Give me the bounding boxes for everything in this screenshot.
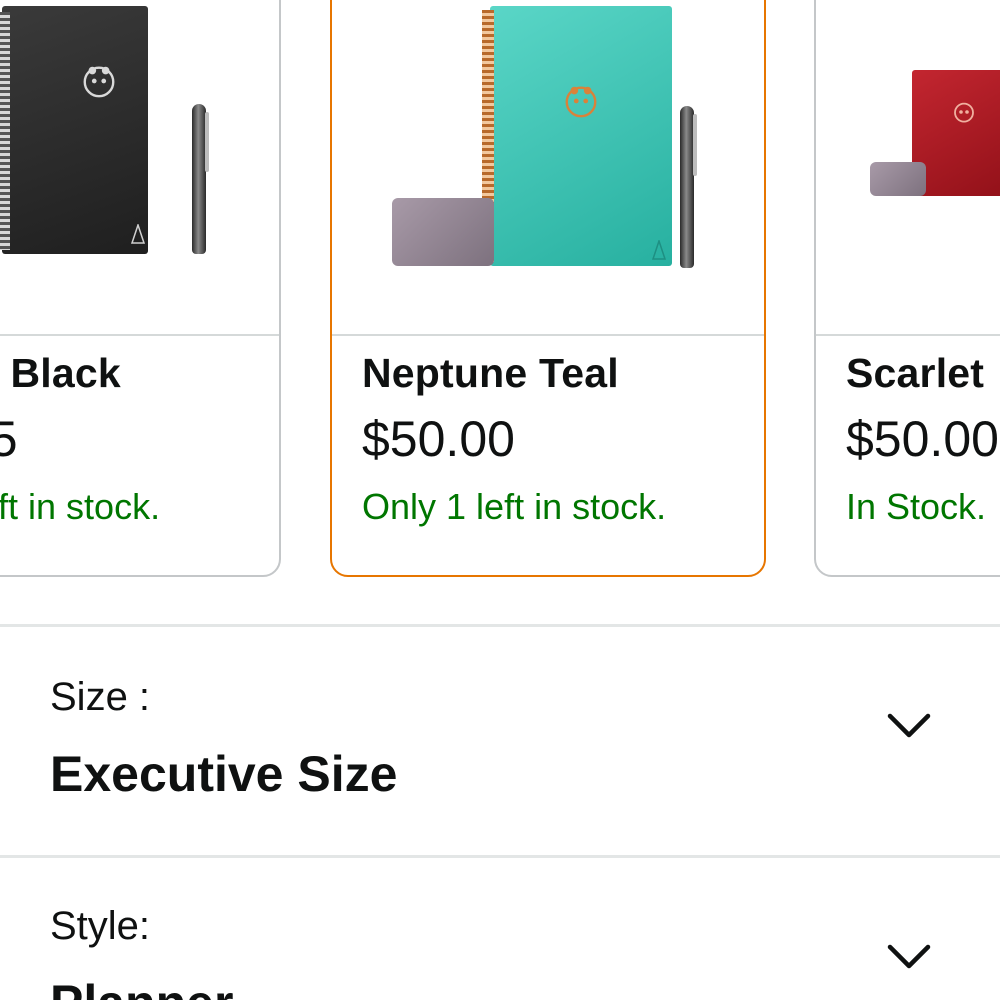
spiral-binding bbox=[0, 12, 10, 250]
chevron-down-icon[interactable] bbox=[886, 711, 932, 741]
swatch-price: $50.00 bbox=[846, 411, 999, 467]
swatch-name: ty Black bbox=[0, 350, 121, 396]
microfiber-cloth-image bbox=[392, 198, 494, 266]
swatch-stock-status: In Stock. bbox=[846, 486, 987, 527]
notebook-black-image bbox=[2, 6, 148, 254]
panda-logo-icon bbox=[954, 102, 974, 123]
microfiber-cloth-image bbox=[870, 162, 926, 196]
swatch-stock-status: left in stock. bbox=[0, 486, 161, 527]
swatch-price: $50.00 bbox=[362, 411, 515, 467]
rocketbook-mark-icon bbox=[652, 240, 666, 260]
pen-image bbox=[680, 106, 694, 268]
panda-logo-icon bbox=[83, 66, 115, 98]
swatch-info-scarlet: Scarlet $50.00 In Stock. bbox=[816, 336, 1000, 575]
swatch-name: Neptune Teal bbox=[362, 350, 619, 396]
chevron-down-icon[interactable] bbox=[886, 942, 932, 972]
notebook-teal-image bbox=[490, 6, 672, 266]
swatch-price: 95 bbox=[0, 410, 18, 468]
swatch-image-teal bbox=[332, 0, 764, 336]
color-swatch-neptune-teal[interactable]: Neptune Teal $50.00 Only 1 left in stock… bbox=[330, 0, 766, 577]
pen-image bbox=[192, 104, 206, 254]
product-variation-panel: ty Black 95 left in stock. Neptune bbox=[0, 0, 1000, 1000]
size-value: Executive Size bbox=[50, 746, 398, 802]
swatch-info-black: ty Black 95 left in stock. bbox=[0, 336, 279, 575]
style-value: Planner bbox=[50, 974, 233, 1000]
pen-clip bbox=[693, 114, 697, 176]
swatch-image-scarlet bbox=[816, 0, 1000, 336]
swatch-stock-status: Only 1 left in stock. bbox=[362, 486, 667, 527]
style-label: Style: bbox=[50, 904, 151, 948]
size-selector[interactable]: Size : Executive Size bbox=[0, 627, 1000, 855]
size-label: Size : bbox=[50, 675, 151, 719]
rocketbook-mark-icon bbox=[131, 224, 145, 244]
color-swatch-black[interactable]: ty Black 95 left in stock. bbox=[0, 0, 281, 577]
pen-clip bbox=[205, 112, 209, 172]
swatch-info-teal: Neptune Teal $50.00 Only 1 left in stock… bbox=[332, 336, 764, 575]
swatch-image-black bbox=[0, 0, 279, 336]
color-swatch-scarlet[interactable]: Scarlet $50.00 In Stock. bbox=[814, 0, 1000, 577]
swatch-name: Scarlet bbox=[846, 350, 985, 396]
panda-logo-icon bbox=[565, 86, 597, 118]
style-selector[interactable]: Style: Planner bbox=[0, 858, 1000, 1000]
